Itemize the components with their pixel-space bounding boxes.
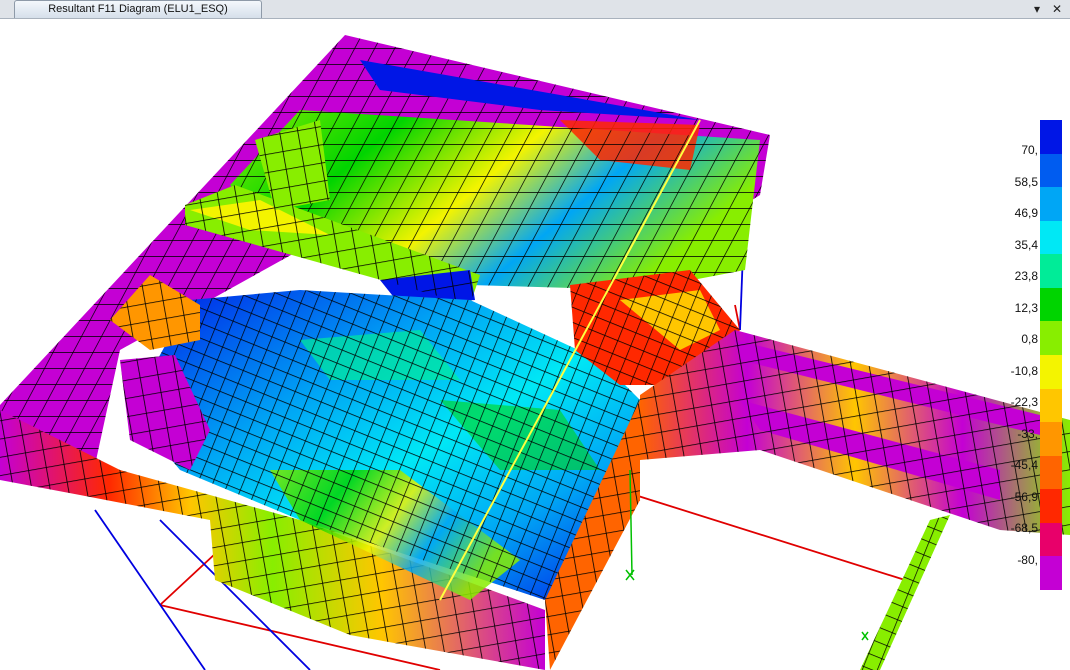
structure-3d-view[interactable] bbox=[0, 19, 1070, 670]
color-scale-label: -80, bbox=[1017, 552, 1038, 567]
color-scale-label: -33, bbox=[1017, 426, 1038, 441]
color-scale-label: 58,5 bbox=[1014, 174, 1038, 189]
tab-resultant-diagram[interactable]: Resultant F11 Diagram (ELU1_ESQ) bbox=[14, 0, 262, 18]
color-scale-swatch bbox=[1040, 455, 1062, 490]
color-scale-label: -22,3 bbox=[1010, 395, 1038, 409]
color-scale-label: -45,4 bbox=[1010, 458, 1038, 472]
color-scale-label: -10,8 bbox=[1010, 363, 1038, 378]
color-scale-swatch bbox=[1040, 556, 1062, 590]
color-scale-swatch bbox=[1040, 120, 1062, 154]
support-markers bbox=[625, 469, 869, 641]
color-scale-swatch bbox=[1040, 321, 1062, 355]
color-scale-label: -68,5 bbox=[1010, 521, 1038, 535]
color-scale-swatch bbox=[1040, 522, 1062, 557]
color-scale-swatch bbox=[1040, 153, 1062, 188]
color-scale-label: 0,8 bbox=[1021, 332, 1038, 346]
document-tab-bar: Resultant F11 Diagram (ELU1_ESQ) ▾ ✕ bbox=[0, 0, 1070, 19]
color-scale-label: 46,9 bbox=[1014, 206, 1038, 220]
color-scale-label: 23,8 bbox=[1014, 269, 1038, 283]
color-scale-label: 35,4 bbox=[1014, 237, 1038, 252]
color-scale-label: 12,3 bbox=[1014, 300, 1038, 315]
color-scale-swatch bbox=[1040, 254, 1062, 288]
color-scale-swatch bbox=[1040, 388, 1062, 423]
color-scale-swatch bbox=[1040, 354, 1062, 389]
chevron-down-icon[interactable]: ▾ bbox=[1034, 0, 1040, 18]
color-scale-swatch bbox=[1040, 422, 1062, 456]
color-scale-bar bbox=[1040, 120, 1062, 590]
ramp-corridor bbox=[640, 330, 1070, 535]
color-scale-swatch bbox=[1040, 489, 1062, 523]
color-scale-swatch bbox=[1040, 220, 1062, 255]
lower-floor-slab bbox=[130, 290, 640, 600]
color-scale-swatch bbox=[1040, 287, 1062, 322]
color-scale-label: -56,9 bbox=[1010, 489, 1038, 504]
close-icon[interactable]: ✕ bbox=[1052, 0, 1062, 18]
ramp-side-wall bbox=[860, 515, 950, 670]
color-scale-label: 70, bbox=[1021, 143, 1038, 157]
color-scale-swatch bbox=[1040, 187, 1062, 221]
